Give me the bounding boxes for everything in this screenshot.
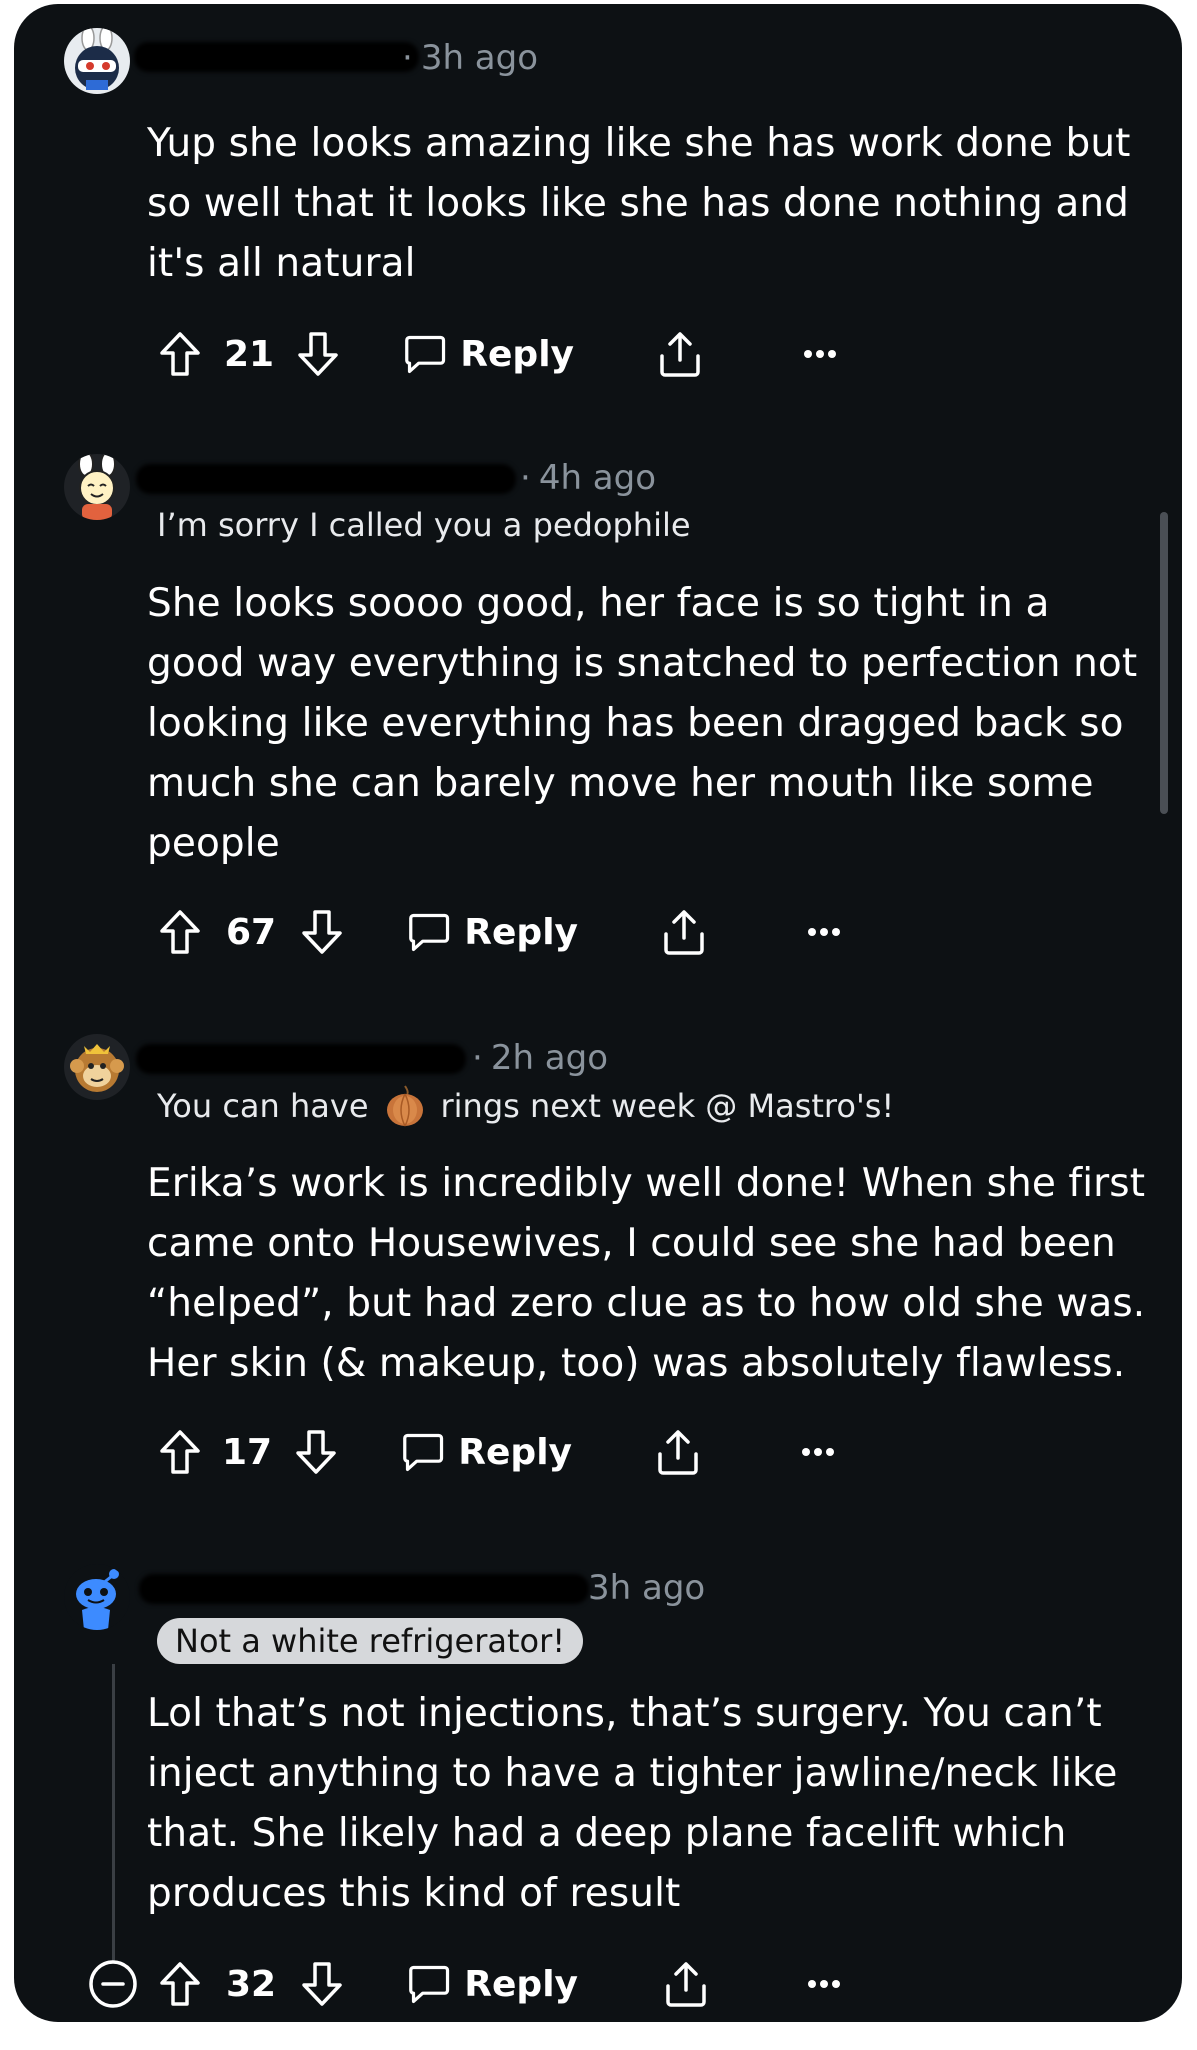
upvote-button[interactable] — [154, 324, 206, 384]
upvote-button[interactable] — [154, 1422, 206, 1482]
collapse-thread-button[interactable] — [84, 1954, 142, 2014]
redacted-username — [136, 1044, 466, 1074]
downvote-arrow-icon — [302, 1962, 342, 2006]
comment-actions: 21 Reply — [14, 324, 1182, 384]
comment-timestamp: · 4h ago — [520, 458, 657, 498]
comment-actions: 67 Reply — [14, 902, 1182, 962]
flair-text-before: You can have — [157, 1087, 369, 1125]
vote-count: 17 — [221, 1431, 273, 1473]
upvote-arrow-icon — [160, 332, 200, 376]
share-icon — [660, 332, 700, 377]
vote-count: 32 — [225, 1963, 277, 2005]
chat-bubble-icon — [405, 335, 446, 374]
share-icon — [666, 1962, 706, 2007]
comment-body: She looks soooo good, her face is so tig… — [147, 581, 1138, 866]
upvote-button[interactable] — [154, 1954, 206, 2014]
chat-bubble-icon — [409, 913, 450, 952]
ellipsis-icon — [804, 350, 836, 358]
comment-actions: 17 Reply — [14, 1422, 1182, 1482]
redacted-username — [134, 42, 419, 72]
more-options-button[interactable] — [794, 324, 846, 384]
avatar[interactable] — [64, 28, 130, 94]
share-button[interactable] — [654, 324, 706, 384]
reply-button[interactable]: Reply — [402, 1422, 572, 1482]
upvote-arrow-icon — [160, 1962, 200, 2006]
comment-2: · 4h ago I’m sorry I called you a pedophi… — [14, 434, 1182, 994]
reply-label: Reply — [464, 911, 578, 953]
reply-label: Reply — [460, 333, 574, 375]
comment-timestamp: · 3h ago — [402, 38, 539, 78]
ellipsis-icon — [808, 928, 840, 936]
flair-text-after: rings next week @ Mastro's! — [440, 1087, 895, 1125]
redacted-username — [139, 1574, 589, 1604]
comment-3: · 2h ago You can have rings next week @ M… — [14, 1014, 1182, 1534]
share-button[interactable] — [658, 902, 710, 962]
user-flair: I’m sorry I called you a pedophile — [157, 506, 691, 544]
share-icon — [664, 910, 704, 955]
comment-body: Erika’s work is incredibly well done! Wh… — [147, 1161, 1146, 1386]
thread-line[interactable] — [112, 1664, 115, 1984]
monkey-avatar-icon — [64, 1034, 130, 1100]
comment-4: 3h ago Not a white refrigerator! Lol tha… — [14, 1534, 1182, 2022]
user-flair: Not a white refrigerator! — [157, 1618, 584, 1664]
chat-bubble-icon — [403, 1433, 444, 1472]
downvote-button[interactable] — [296, 902, 348, 962]
comment-1: · 3h ago Yup she looks amazing like she h… — [14, 4, 1182, 404]
share-button[interactable] — [652, 1422, 704, 1482]
snoo-avatar-icon — [64, 1564, 130, 1630]
more-options-button[interactable] — [792, 1422, 844, 1482]
comment-timestamp: 3h ago — [588, 1568, 706, 1608]
comment-body: Yup she looks amazing like she has work … — [147, 121, 1131, 286]
comment-actions: 32 Reply — [14, 1954, 1182, 2014]
more-options-button[interactable] — [798, 902, 850, 962]
reply-label: Reply — [464, 1963, 578, 2005]
user-flair: You can have rings next week @ Mastro's! — [157, 1084, 894, 1128]
vote-count: 67 — [225, 911, 277, 953]
comment-timestamp: · 2h ago — [472, 1038, 609, 1078]
downvote-arrow-icon — [298, 332, 338, 376]
reply-button[interactable]: Reply — [404, 324, 574, 384]
avatar[interactable] — [64, 1564, 130, 1630]
share-icon — [658, 1430, 698, 1475]
downvote-arrow-icon — [296, 1430, 336, 1474]
redacted-username — [136, 464, 516, 494]
reply-button[interactable]: Reply — [408, 1954, 578, 2014]
ellipsis-icon — [802, 1448, 834, 1456]
downvote-button[interactable] — [296, 1954, 348, 2014]
collapse-minus-icon — [89, 1960, 137, 2008]
chat-bubble-icon — [409, 1965, 450, 2004]
upvote-arrow-icon — [160, 1430, 200, 1474]
comment-body: Lol that’s not injections, that’s surger… — [147, 1691, 1118, 1916]
avatar[interactable] — [64, 454, 130, 520]
upvote-button[interactable] — [154, 902, 206, 962]
reply-button[interactable]: Reply — [408, 902, 578, 962]
bunny-helmet-avatar-icon — [64, 28, 130, 94]
downvote-button[interactable] — [292, 324, 344, 384]
share-button[interactable] — [660, 1954, 712, 2014]
avatar[interactable] — [64, 1034, 130, 1100]
onion-icon — [386, 1085, 423, 1127]
bunny-ears-avatar-icon — [64, 454, 130, 520]
ellipsis-icon — [808, 1980, 840, 1988]
downvote-arrow-icon — [302, 910, 342, 954]
more-options-button[interactable] — [798, 1954, 850, 2014]
upvote-arrow-icon — [160, 910, 200, 954]
comment-thread: · 3h ago Yup she looks amazing like she h… — [14, 4, 1182, 2022]
downvote-button[interactable] — [290, 1422, 342, 1482]
scrollbar[interactable] — [1160, 512, 1168, 814]
vote-count: 21 — [223, 333, 275, 375]
reply-label: Reply — [458, 1431, 572, 1473]
